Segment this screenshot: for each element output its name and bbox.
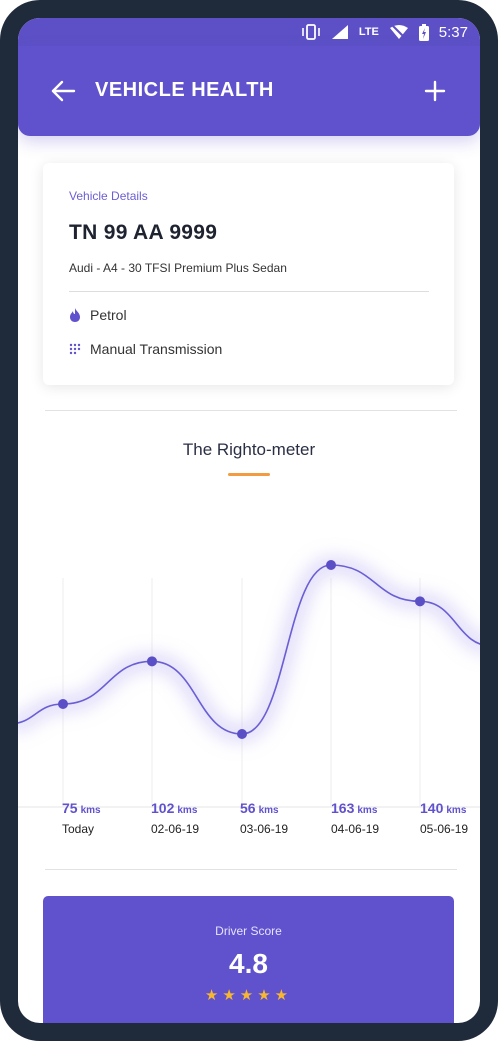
driver-score-card[interactable]: Driver Score 4.8 ★★★★★ — [43, 896, 454, 1023]
wifi-icon — [389, 24, 409, 40]
chart-point-05-06-19[interactable] — [415, 596, 425, 607]
distance-number: 75 — [62, 800, 78, 816]
day-item[interactable]: 163 kms 04-06-19 — [331, 800, 411, 836]
fuel-label: Petrol — [90, 307, 127, 323]
day-item[interactable]: 140 kms 05-06-19 — [420, 800, 480, 836]
divider — [45, 410, 457, 411]
divider — [45, 869, 457, 870]
driver-score-value: 4.8 — [229, 948, 268, 979]
day-item[interactable]: 75 kms Today — [62, 800, 142, 836]
chart-line — [18, 564, 480, 735]
distance-unit: kms — [357, 805, 378, 816]
distance-value: 163 kms — [331, 800, 411, 816]
page-title: VEHICLE HEALTH — [95, 79, 274, 101]
distance-unit: kms — [258, 805, 279, 816]
meter-title: The Righto-meter — [182, 440, 316, 459]
day-date: 02-06-19 — [151, 822, 200, 836]
meter-title-underline — [228, 473, 270, 476]
day-item[interactable]: 56 kms 03-06-19 — [240, 800, 320, 836]
day-item[interactable]: 102 kms 02-06-19 — [151, 800, 231, 836]
vehicle-details-label: Vehicle Details — [69, 189, 148, 203]
day-date: 05-06-19 — [420, 822, 469, 836]
clock: 5:37 — [438, 23, 468, 41]
signal-icon — [331, 24, 349, 40]
distance-unit: kms — [177, 805, 198, 816]
back-button[interactable] — [48, 76, 78, 106]
distance-value: 56 kms — [240, 800, 320, 816]
star-rating: ★★★★★ — [204, 987, 293, 1004]
distance-value: 102 kms — [151, 800, 231, 816]
vibrate-icon — [301, 24, 321, 40]
battery-icon — [418, 23, 429, 41]
day-date: Today — [62, 822, 95, 836]
day-date: 04-06-19 — [331, 822, 380, 836]
distance-number: 102 — [151, 800, 175, 816]
distance-value: 75 kms — [62, 800, 142, 816]
righto-meter-chart — [18, 557, 480, 808]
distance-value: 140 kms — [420, 800, 480, 816]
fuel-type: Petrol — [69, 307, 127, 323]
device-frame: LTE 5:37 VEHICLE HEALTH Vehicle Details … — [0, 0, 498, 1041]
driver-score-label: Driver Score — [215, 924, 282, 938]
add-button[interactable] — [420, 76, 450, 106]
network-type: LTE — [358, 26, 379, 38]
chart-point-03-06-19[interactable] — [237, 729, 247, 739]
transmission-type: Manual Transmission — [69, 341, 222, 357]
chart-line-glow — [18, 557, 480, 742]
card-divider — [69, 291, 429, 292]
gearbox-icon — [69, 343, 81, 355]
day-date: 03-06-19 — [240, 822, 289, 836]
plate-number: TN 99 AA 9999 — [69, 221, 218, 244]
chart-point-04-06-19[interactable] — [326, 560, 336, 570]
vehicle-details-card[interactable]: Vehicle Details TN 99 AA 9999 Audi - A4 … — [43, 163, 454, 385]
vehicle-model: Audi - A4 - 30 TFSI Premium Plus Sedan — [69, 261, 287, 275]
distance-unit: kms — [446, 805, 467, 816]
chart-point-Today[interactable] — [58, 698, 68, 709]
arrow-left-icon — [51, 80, 76, 102]
chart-point-02-06-19[interactable] — [147, 656, 157, 667]
distance-number: 163 — [331, 800, 355, 816]
distance-unit: kms — [80, 805, 101, 816]
distance-number: 140 — [420, 800, 444, 816]
transmission-label: Manual Transmission — [90, 341, 223, 357]
distance-number: 56 — [240, 800, 256, 816]
flame-icon — [70, 308, 80, 322]
status-bar: LTE 5:37 — [18, 18, 480, 46]
app-bar: VEHICLE HEALTH — [18, 46, 480, 136]
screen: LTE 5:37 VEHICLE HEALTH Vehicle Details … — [18, 18, 480, 1023]
plus-icon — [424, 80, 446, 102]
